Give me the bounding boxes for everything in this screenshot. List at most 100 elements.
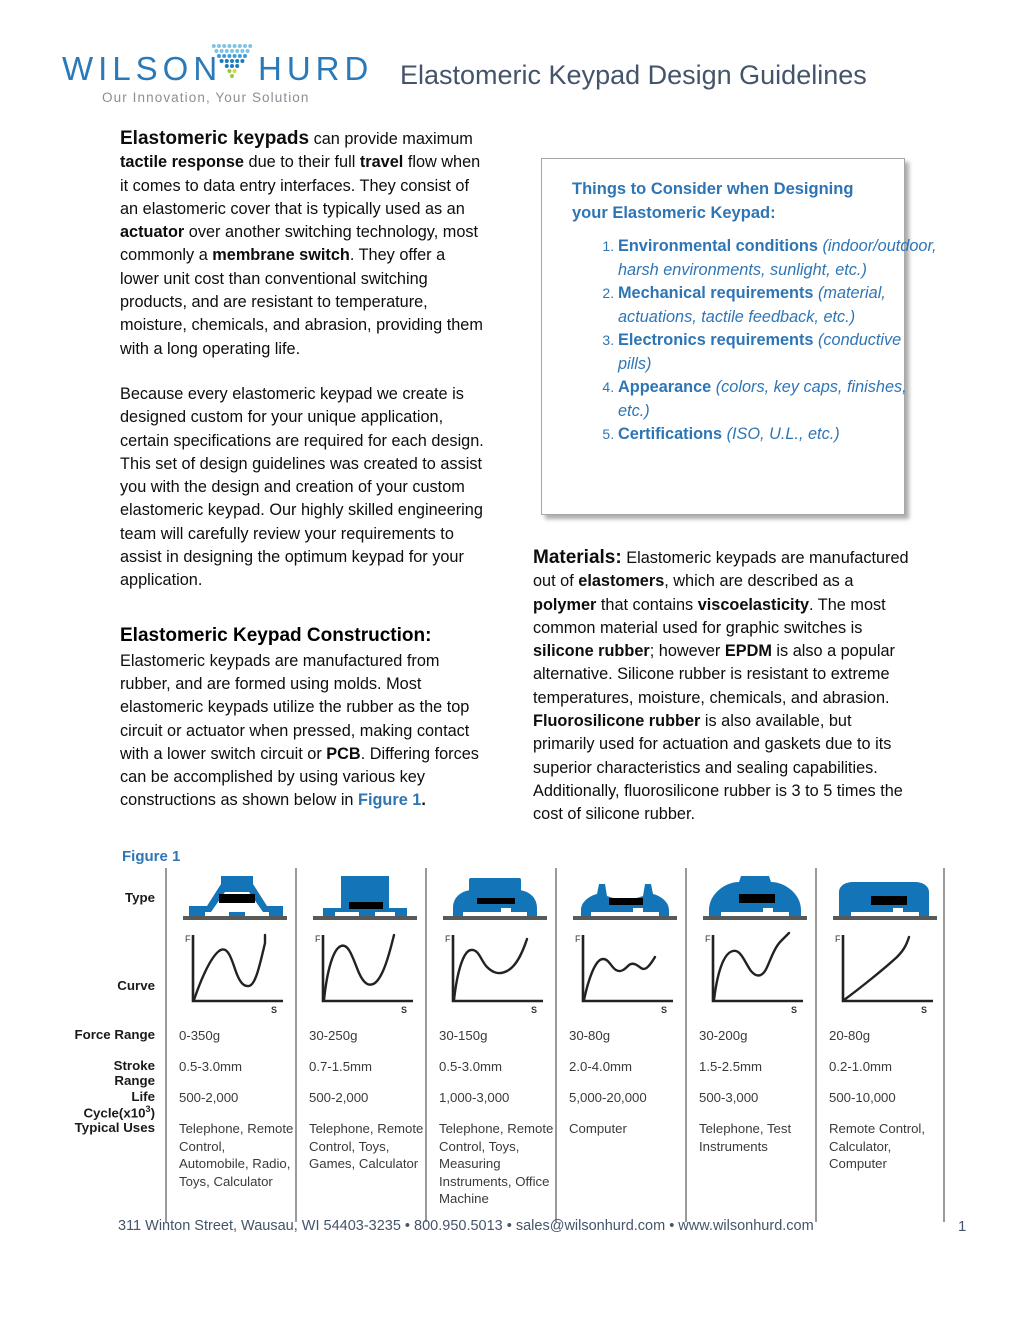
typical-uses-cell-2: Telephone, Remote Control, Toys, Games, …	[295, 1112, 425, 1222]
table-row-typical-uses: Typical Uses Telephone, Remote Control, …	[70, 1112, 945, 1222]
intro-bold-membrane: membrane switch	[212, 246, 350, 265]
intro-lead: Elastomeric keypads	[120, 128, 310, 149]
list-item: Certifications (ISO, U.L., etc.)	[618, 423, 938, 447]
life-cycle-cell-3: 1,000-3,000	[425, 1081, 555, 1112]
footer-contact-info: 311 Winton Street, Wausau, WI 54403-3235…	[118, 1218, 814, 1234]
row-label-typical-uses: Typical Uses	[74, 1120, 155, 1135]
table-row-type: Type	[70, 868, 945, 926]
svg-text:F: F	[445, 934, 451, 944]
company-logo: WILSON HURD Our Innovation, Your Solutio…	[62, 38, 368, 108]
life-cycle-cell-4: 5,000-20,000	[555, 1081, 685, 1112]
keycap-cell-4	[555, 868, 685, 926]
keycap-cell-3	[425, 868, 555, 926]
stroke-range-cell-2: 0.7-1.5mm	[295, 1050, 425, 1081]
row-label-stroke-range: Stroke Range	[113, 1058, 155, 1088]
consider-item-bold: Mechanical requirements	[618, 284, 814, 302]
list-item: Environmental conditions (indoor/outdoor…	[618, 235, 938, 282]
keycap-cell-1	[165, 868, 295, 926]
logo-word-hurd: HURD	[258, 50, 374, 87]
consider-item-bold: Certifications	[618, 425, 723, 443]
table-row-force-range: Force Range 0-350g 30-250g 30-150g 30-80…	[70, 1019, 945, 1050]
stroke-range-cell-3: 0.5-3.0mm	[425, 1050, 555, 1081]
stroke-range-cell-5: 1.5-2.5mm	[685, 1050, 815, 1081]
curve-cell-6: F S	[815, 926, 945, 1019]
intro-c: due to their full	[243, 153, 360, 172]
intro-bold-travel: travel	[359, 153, 404, 172]
stroke-range-cell-4: 2.0-4.0mm	[555, 1050, 685, 1081]
left-content-column: Elastomeric keypads can provide maximum …	[120, 127, 486, 831]
force-range-cell-6: 20-80g	[815, 1019, 945, 1050]
table-row-curve: Curve F S F S F S F S F S F S	[70, 926, 945, 1019]
force-curve-4: F S	[575, 934, 673, 1015]
life-cycle-cell-2: 500-2,000	[295, 1081, 425, 1112]
materials-bold-epdm: EPDM	[724, 642, 772, 661]
force-range-cell-3: 30-150g	[425, 1019, 555, 1050]
intro-rest: can provide maximum	[309, 130, 473, 148]
figure-1-table: Type Curve F S F S F S F S F S F S Force…	[70, 868, 945, 1222]
materials-paragraph: Materials: Elastomeric keypads are manuf…	[533, 546, 915, 827]
svg-text:S: S	[271, 1005, 277, 1015]
force-curve-3: F S	[445, 934, 543, 1015]
curve-cell-4: F S	[555, 926, 685, 1019]
svg-text:S: S	[791, 1005, 797, 1015]
page-title: Elastomeric Keypad Design Guidelines	[400, 60, 867, 90]
construction-c: .	[421, 791, 426, 810]
force-curve-5: F S	[705, 931, 803, 1015]
typical-uses-cell-1: Telephone, Remote Control, Automobile, R…	[165, 1112, 295, 1222]
consider-item-italic: (ISO, U.L., etc.)	[722, 425, 840, 443]
paragraph-custom-design: Because every elastomeric keypad we crea…	[120, 384, 484, 590]
force-range-cell-2: 30-250g	[295, 1019, 425, 1050]
consider-item-bold: Environmental conditions	[618, 237, 818, 255]
table-row-life-cycle: Life Cycle(x103) 500-2,000 500-2,000 1,0…	[70, 1081, 945, 1120]
typical-uses-cell-6: Remote Control, Calculator, Computer	[815, 1112, 945, 1222]
typical-uses-cell-4: Computer	[555, 1112, 685, 1222]
curve-cell-1: F S	[165, 926, 295, 1019]
materials-t3: that contains	[596, 595, 698, 614]
construction-bold-pcb: PCB	[326, 744, 361, 763]
list-item: Appearance (colors, key caps, finishes, …	[618, 376, 938, 423]
low-profile-slab-keycap-icon	[833, 882, 937, 920]
heading-construction: Elastomeric Keypad Construction:	[120, 624, 432, 646]
typical-uses-cell-5: Telephone, Test Instruments	[685, 1112, 815, 1222]
dome-top-keycap-icon	[443, 878, 547, 920]
row-label-life-cycle: Life Cycle(x103)	[70, 1081, 165, 1120]
svg-text:S: S	[401, 1005, 407, 1015]
intro-paragraph: Elastomeric keypads can provide maximum …	[120, 127, 486, 361]
construction-paragraph: Elastomeric keypads are manufactured fro…	[120, 650, 486, 813]
curve-cell-5: F S	[685, 926, 815, 1019]
trapezoid-web-keycap-icon	[183, 876, 287, 920]
svg-text:F: F	[575, 934, 581, 944]
row-label-type: Type	[124, 890, 155, 905]
figure-1-reference-link[interactable]: Figure 1	[358, 791, 421, 809]
stroke-range-cell-1: 0.5-3.0mm	[165, 1050, 295, 1081]
consider-box-title: Things to Consider when Designing your E…	[572, 180, 854, 222]
table-row-stroke-range: Stroke Range 0.5-3.0mm 0.7-1.5mm 0.5-3.0…	[70, 1050, 945, 1088]
logo-word-wilson: WILSON	[62, 50, 223, 87]
list-item: Electronics requirements (conductive pil…	[618, 329, 938, 376]
curve-cell-3: F S	[425, 926, 555, 1019]
consider-item-bold: Appearance	[618, 378, 712, 396]
materials-bold-polymer: polymer	[533, 595, 597, 614]
force-curve-6: F S	[835, 934, 933, 1015]
row-label-curve: Curve	[117, 978, 155, 993]
svg-text:S: S	[921, 1005, 927, 1015]
keycap-cell-5	[685, 868, 815, 926]
keycap-cell-6	[815, 868, 945, 926]
right-content-column: Materials: Elastomeric keypads are manuf…	[533, 546, 915, 845]
typical-uses-cell-3: Telephone, Remote Control, Toys, Measuri…	[425, 1112, 555, 1222]
arch-dome-keycap-icon	[703, 876, 807, 920]
keycap-cell-2	[295, 868, 425, 926]
force-range-cell-5: 30-200g	[685, 1019, 815, 1050]
materials-heading: Materials:	[533, 547, 622, 568]
tall-block-keycap-icon	[313, 876, 417, 920]
footer-page-number: 1	[958, 1218, 967, 1235]
svg-text:F: F	[315, 934, 321, 944]
svg-text:S: S	[661, 1005, 667, 1015]
figure-caption: Figure 1	[122, 848, 181, 865]
curve-cell-2: F S	[295, 926, 425, 1019]
consider-item-bold: Electronics requirements	[618, 331, 814, 349]
svg-text:F: F	[705, 934, 711, 944]
force-range-cell-4: 30-80g	[555, 1019, 685, 1050]
life-cycle-cell-1: 500-2,000	[165, 1081, 295, 1112]
page-header: WILSON HURD Our Innovation, Your Solutio…	[0, 0, 1020, 118]
